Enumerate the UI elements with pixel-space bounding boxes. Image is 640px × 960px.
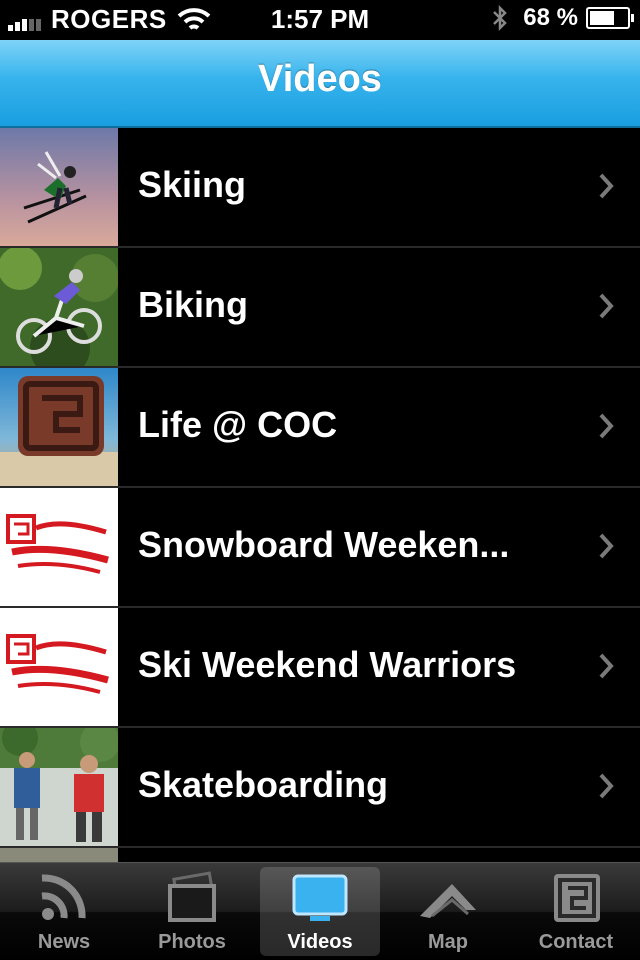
list-item-label: Skiing bbox=[138, 164, 247, 205]
list-item-snowboard-weekend-warriors[interactable]: Snowboard Weeken... bbox=[0, 488, 640, 608]
weekend-warriors-logo-thumbnail bbox=[0, 608, 118, 726]
mountain-icon bbox=[420, 884, 476, 918]
chevron-right-icon bbox=[599, 173, 614, 199]
app-screen: ROGERS 1:57 PM 68 % Videos Skiing Biking… bbox=[0, 0, 640, 960]
list-item-life-at-coc[interactable]: Life @ COC bbox=[0, 368, 640, 488]
page-title: Videos bbox=[258, 58, 382, 100]
list-item-label: Life @ COC bbox=[138, 404, 338, 445]
chevron-right-icon bbox=[599, 653, 614, 679]
chevron-right-icon bbox=[599, 293, 614, 319]
video-category-list: Skiing Biking Life @ COC Snowboard Weeke… bbox=[0, 128, 640, 863]
list-item-skiing[interactable]: Skiing bbox=[0, 128, 640, 248]
list-item-label: Snowboard Weeken... bbox=[138, 524, 510, 565]
tab-photos[interactable]: Photos bbox=[132, 867, 252, 956]
chevron-right-icon bbox=[599, 533, 614, 559]
coc-logo-icon bbox=[554, 874, 600, 922]
tab-label: News bbox=[37, 931, 91, 953]
status-bar: ROGERS 1:57 PM 68 % bbox=[0, 0, 640, 40]
list-item-label: Ski Weekend Warriors bbox=[138, 644, 517, 685]
list-item-skateboarding[interactable]: Skateboarding bbox=[0, 728, 640, 848]
tv-icon bbox=[292, 874, 348, 921]
tab-label: Contact bbox=[538, 931, 614, 953]
partial-thumbnail bbox=[0, 848, 118, 863]
chevron-right-icon bbox=[599, 413, 614, 439]
tab-label: Map bbox=[428, 931, 468, 953]
tab-label: Videos bbox=[287, 931, 353, 953]
tab-bar: News Photos Videos Map Contact bbox=[0, 862, 640, 960]
list-item-ski-weekend-warriors[interactable]: Ski Weekend Warriors bbox=[0, 608, 640, 728]
tab-label: Photos bbox=[158, 931, 226, 953]
tab-videos[interactable]: Videos bbox=[260, 867, 380, 956]
navigation-bar: Videos bbox=[0, 40, 640, 128]
rss-icon bbox=[41, 874, 86, 920]
weekend-warriors-logo-thumbnail bbox=[0, 488, 118, 606]
battery-percent: 68 % bbox=[523, 4, 578, 31]
chevron-right-icon bbox=[599, 773, 614, 799]
tab-contact[interactable]: Contact bbox=[516, 867, 636, 956]
battery-icon bbox=[586, 7, 634, 29]
list-item-partial[interactable] bbox=[0, 848, 640, 863]
skier-thumbnail bbox=[0, 128, 118, 246]
photos-icon bbox=[168, 871, 216, 922]
bluetooth-icon bbox=[493, 4, 508, 32]
list-item-label: Skateboarding bbox=[138, 764, 389, 805]
coc-sign-thumbnail bbox=[0, 368, 118, 486]
tab-map[interactable]: Map bbox=[388, 867, 508, 956]
list-item-biking[interactable]: Biking bbox=[0, 248, 640, 368]
tab-news[interactable]: News bbox=[4, 867, 124, 956]
skateboarders-thumbnail bbox=[0, 728, 118, 846]
biker-thumbnail bbox=[0, 248, 118, 366]
list-item-label: Biking bbox=[138, 284, 249, 325]
